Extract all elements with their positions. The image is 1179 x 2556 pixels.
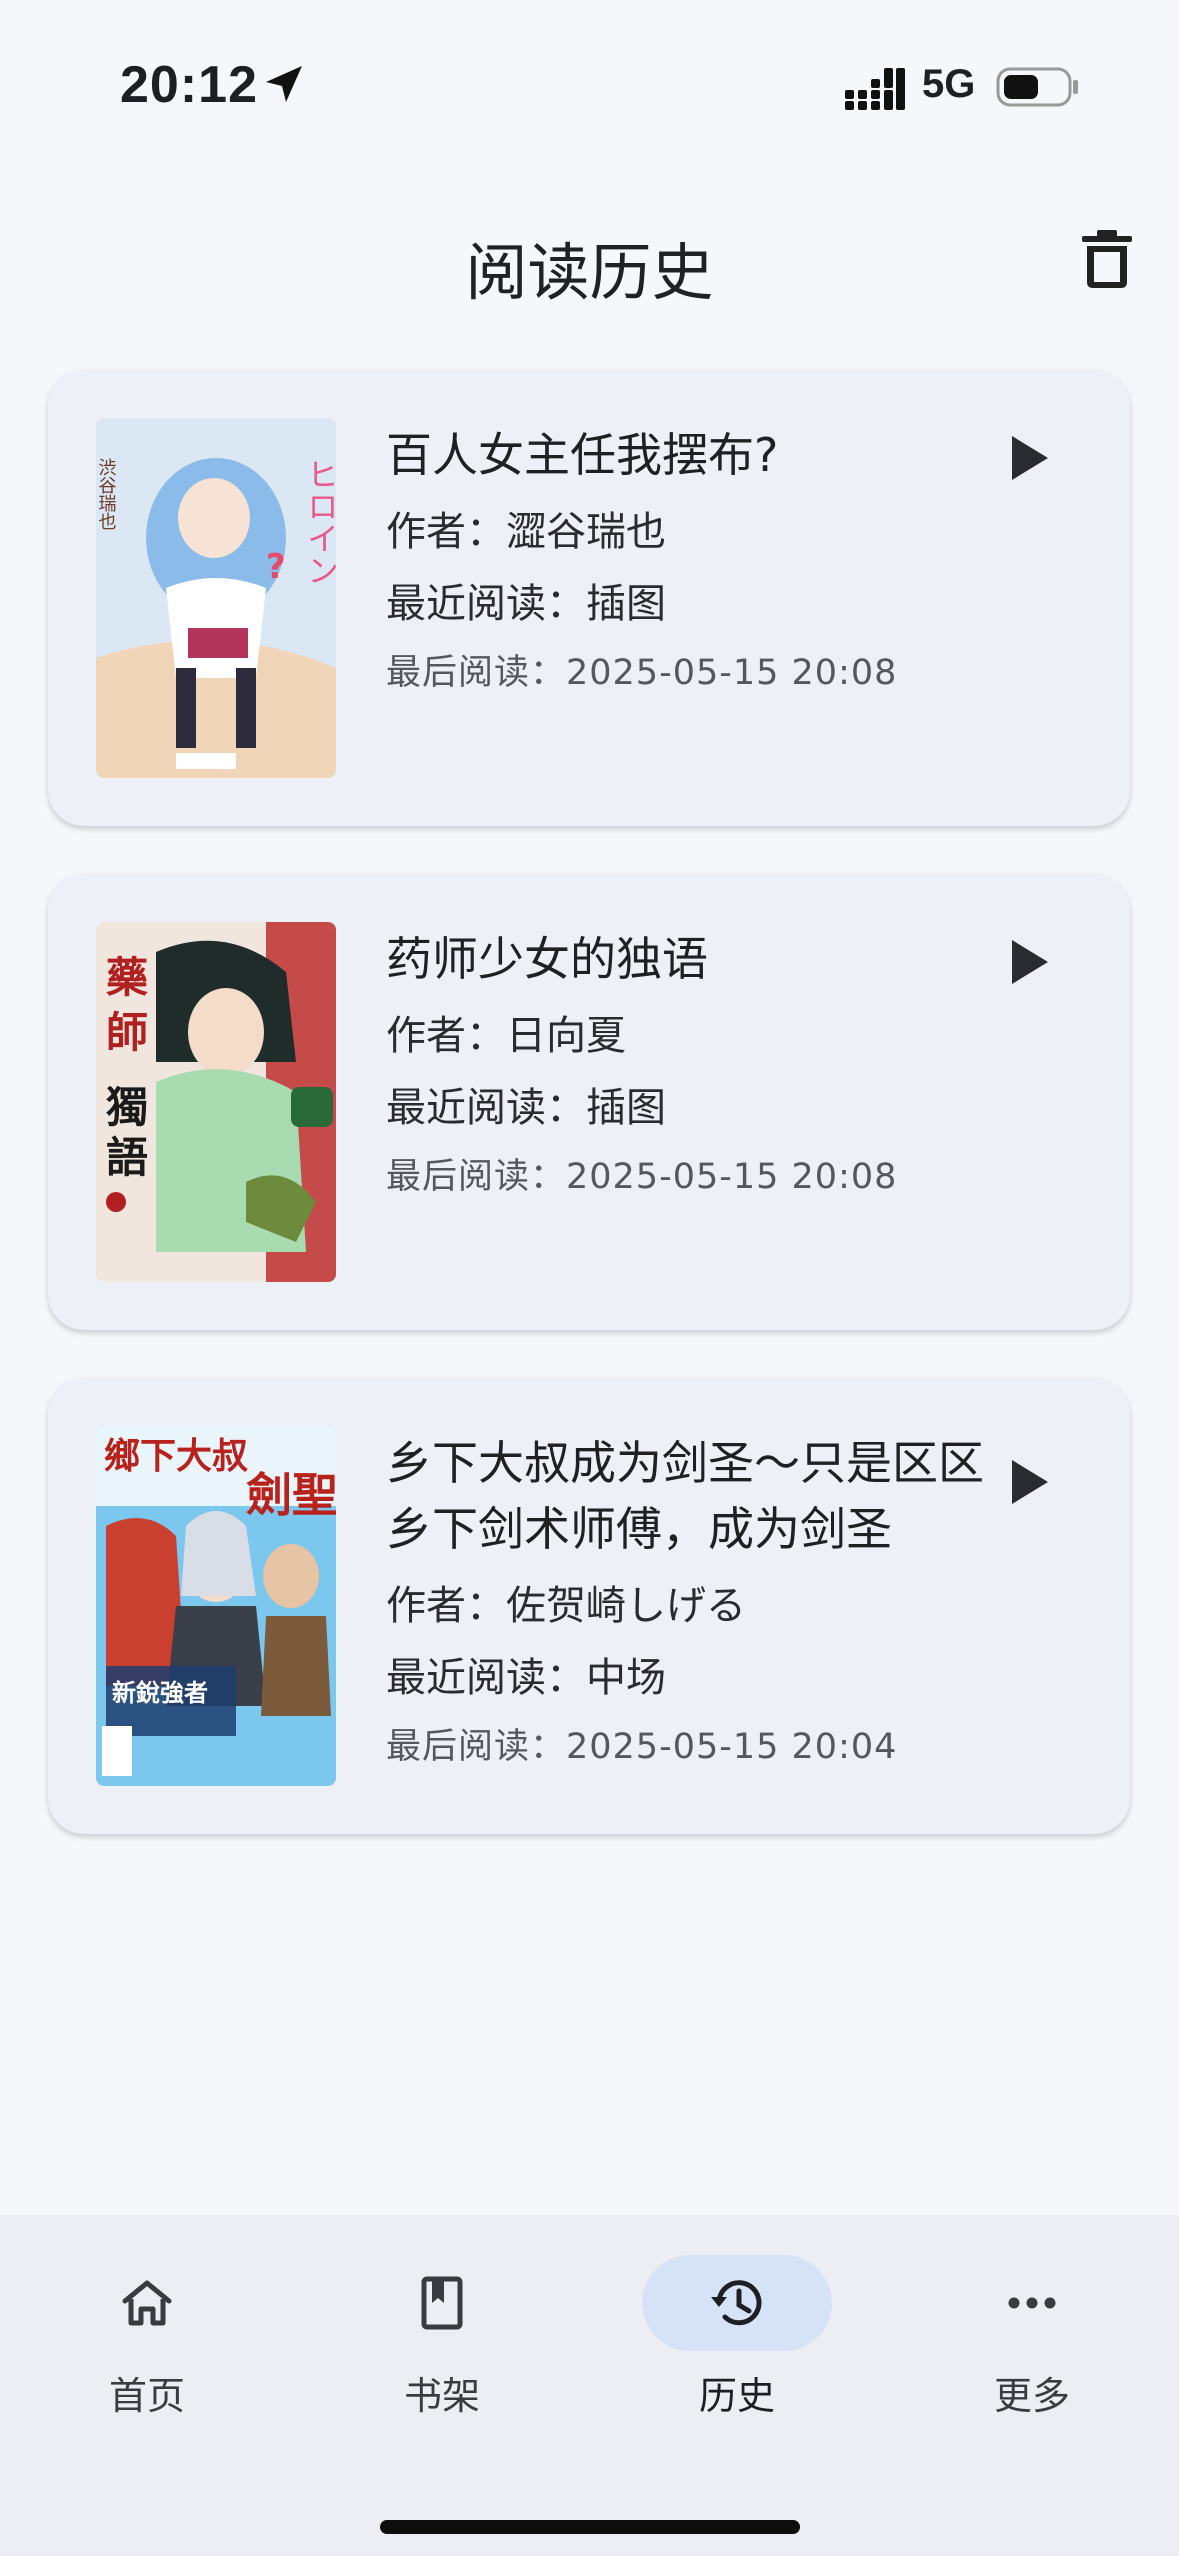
book-info: 乡下大叔成为剑圣～只是区区乡下剑术师傅，成为剑圣 作者：佐贺崎しげる 最近阅读：…: [386, 1430, 986, 1772]
last-read-time: 最后阅读：2025-05-15 20:08: [386, 1157, 898, 1197]
svg-text:語: 語: [106, 1133, 148, 1182]
svg-text:藥: 藥: [106, 953, 148, 1002]
nav-icon-container: [937, 2255, 1127, 2351]
svg-text:獨: 獨: [106, 1083, 148, 1132]
page-title: 阅读历史: [465, 236, 714, 309]
history-card[interactable]: ヒロイン 渋谷瑞也 ? 百人女主任我摆布? 作者：澀谷瑞也 最近阅读：插图 最后…: [48, 370, 1130, 826]
book-cover[interactable]: 鄉下大叔 劍聖 新銳強者: [96, 1426, 336, 1786]
nav-label-more: 更多: [993, 2374, 1070, 2418]
recent-chapter: 最近阅读：中场: [386, 1655, 666, 1701]
bookmark-book-icon: [421, 2276, 463, 2330]
recent-chapter: 最近阅读：插图: [386, 581, 666, 627]
recent-chapter: 最近阅读：插图: [386, 1085, 666, 1131]
status-bar: 20:12 5G: [0, 0, 1179, 170]
book-info: 百人女主任我摆布? 作者：澀谷瑞也 最近阅读：插图 最后阅读：2025-05-1…: [386, 422, 986, 698]
book-author: 作者：佐贺崎しげる: [386, 1583, 746, 1629]
svg-text:師: 師: [106, 1008, 148, 1057]
bottom-nav: 首页 书架 历史 更多: [0, 2215, 1179, 2556]
history-icon: [711, 2280, 762, 2326]
book-title: 药师少女的独语: [386, 932, 708, 986]
nav-item-bookshelf[interactable]: 书架: [332, 2255, 552, 2435]
nav-label-history: 历史: [698, 2374, 775, 2418]
nav-item-home[interactable]: 首页: [37, 2255, 257, 2435]
book-author: 作者：日向夏: [386, 1013, 626, 1059]
nav-item-history[interactable]: 历史: [627, 2255, 847, 2435]
nav-icon-container: [347, 2255, 537, 2351]
svg-text:劍聖: 劍聖: [246, 1468, 336, 1522]
nav-label-bookshelf: 书架: [403, 2374, 480, 2418]
location-arrow-icon: [266, 66, 302, 102]
book-title: 百人女主任我摆布?: [386, 428, 779, 482]
last-read-time: 最后阅读：2025-05-15 20:08: [386, 653, 898, 693]
battery-icon: [996, 67, 1078, 107]
nav-label-home: 首页: [108, 2374, 185, 2418]
nav-icon-container-active: [642, 2255, 832, 2351]
home-indicator[interactable]: [380, 2520, 800, 2534]
network-type: 5G: [922, 62, 976, 106]
svg-text:ヒロイン: ヒロイン: [302, 458, 336, 586]
home-icon: [122, 2280, 172, 2326]
status-time: 20:12: [120, 56, 258, 114]
svg-text:渋谷瑞也: 渋谷瑞也: [96, 458, 117, 530]
play-icon[interactable]: [988, 1442, 1068, 1522]
book-cover[interactable]: ヒロイン 渋谷瑞也 ?: [96, 418, 336, 778]
history-card[interactable]: 藥 師 獨 語 药师少女的独语 作者：日向夏 最近阅读：插图 最后阅读：2025…: [48, 874, 1130, 1330]
more-icon: [1008, 2297, 1056, 2309]
last-read-time: 最后阅读：2025-05-15 20:04: [386, 1727, 898, 1767]
book-title: 乡下大叔成为剑圣～只是区区乡下剑术师傅，成为剑圣: [386, 1436, 984, 1556]
svg-text:新銳強者: 新銳強者: [112, 1678, 208, 1707]
svg-text:鄉下大叔: 鄉下大叔: [104, 1435, 248, 1477]
signal-icon: [845, 68, 905, 110]
svg-text:?: ?: [266, 547, 286, 587]
book-author: 作者：澀谷瑞也: [386, 509, 666, 555]
nav-item-more[interactable]: 更多: [922, 2255, 1142, 2435]
nav-icon-container: [52, 2255, 242, 2351]
play-icon[interactable]: [988, 418, 1068, 498]
book-cover[interactable]: 藥 師 獨 語: [96, 922, 336, 1282]
book-info: 药师少女的独语 作者：日向夏 最近阅读：插图 最后阅读：2025-05-15 2…: [386, 926, 986, 1202]
history-card[interactable]: 鄉下大叔 劍聖 新銳強者 乡下大叔成为剑圣～只是区区乡下剑术师傅，成为剑圣 作者…: [48, 1378, 1130, 1834]
trash-icon[interactable]: [1078, 228, 1136, 290]
play-icon[interactable]: [988, 922, 1068, 1002]
